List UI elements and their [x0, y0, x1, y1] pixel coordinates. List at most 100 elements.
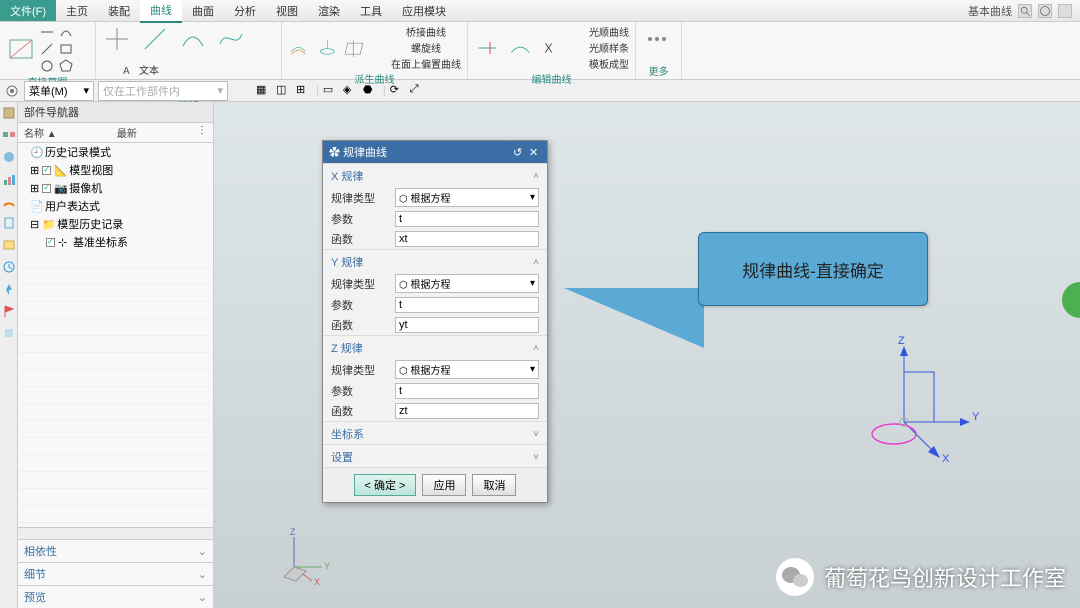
tb-ico-4[interactable]: ▭ — [323, 83, 339, 99]
z-param[interactable]: t — [395, 383, 539, 399]
z-law-type[interactable]: ⬡ 根据方程▾ — [395, 360, 539, 379]
nav-sec-detail[interactable]: 细节⌄ — [18, 562, 213, 585]
menu-application[interactable]: 应用模块 — [392, 0, 456, 22]
lt-clip-icon[interactable] — [2, 216, 16, 230]
datum-csys[interactable]: Z Y X — [864, 334, 984, 479]
arc-icon[interactable] — [58, 24, 74, 40]
menu-dropdown[interactable]: 菜单(M)▾ — [24, 81, 94, 101]
help-icon[interactable] — [1038, 4, 1052, 18]
filter-dropdown[interactable]: 仅在工作部件内▾ — [98, 81, 228, 101]
menu-surface[interactable]: 曲面 — [182, 0, 224, 22]
nav-item-history-mode[interactable]: 🕘历史记录模式 — [18, 143, 213, 161]
cancel-button[interactable]: 取消 — [472, 474, 516, 496]
y-func[interactable]: yt — [395, 317, 539, 333]
menu-assembly[interactable]: 装配 — [98, 0, 140, 22]
lt-nav-icon[interactable] — [2, 106, 16, 120]
line2-icon[interactable] — [140, 24, 170, 54]
callout: 规律曲线-直接确定 — [698, 232, 928, 306]
section-csys[interactable]: 坐标系˅ — [323, 421, 547, 444]
length-icon[interactable] — [507, 33, 534, 63]
lt-chart-icon[interactable] — [2, 172, 16, 186]
min-icon[interactable] — [1058, 4, 1072, 18]
gear-icon[interactable] — [4, 83, 20, 99]
arc2-icon[interactable] — [178, 24, 208, 54]
point-icon[interactable] — [39, 24, 55, 40]
line-icon[interactable] — [39, 41, 55, 57]
dialog-close-icon[interactable]: ✕ — [529, 146, 541, 158]
menu-render[interactable]: 渲染 — [308, 0, 350, 22]
apply-button[interactable]: 应用 — [422, 474, 466, 496]
text-curve[interactable]: A文本 — [122, 62, 159, 77]
face-offset-curve[interactable]: 在面上偏置曲线 — [374, 56, 461, 71]
cross-icon[interactable] — [102, 24, 132, 54]
lt-img-icon[interactable] — [2, 238, 16, 252]
tb-ico-6[interactable]: ⬣ — [363, 83, 379, 99]
menu-curve[interactable]: 曲线 — [140, 0, 182, 23]
menu-analysis[interactable]: 分析 — [224, 0, 266, 22]
project-icon[interactable] — [317, 33, 338, 63]
y-law-type[interactable]: ⬡ 根据方程▾ — [395, 274, 539, 293]
section-y[interactable]: Y 规律˄ — [323, 249, 547, 272]
search-icon[interactable] — [1018, 4, 1032, 18]
offset-icon[interactable] — [288, 33, 309, 63]
lt-flag-icon[interactable] — [2, 304, 16, 318]
nav-scrollbar[interactable] — [18, 527, 213, 539]
poly-icon[interactable] — [58, 58, 74, 74]
spline-icon[interactable] — [216, 24, 246, 54]
more-icon[interactable] — [642, 24, 672, 54]
nav-col-more[interactable]: ⋮ — [197, 125, 207, 140]
side-handle[interactable] — [1062, 282, 1080, 318]
nav-item-user-exp[interactable]: 📄用户表达式 — [18, 197, 213, 215]
dialog-titlebar[interactable]: ✿ 规律曲线 ↺ ✕ — [323, 141, 547, 163]
tb-ico-8[interactable]: ⤢ — [410, 83, 426, 99]
z-func[interactable]: zt — [395, 403, 539, 419]
menu-tools[interactable]: 工具 — [350, 0, 392, 22]
nav-col-name[interactable]: 名称 ▲ — [24, 125, 57, 140]
nav-item-datum-csys[interactable]: ⊹基准坐标系 — [18, 233, 213, 251]
menu-home[interactable]: 主页 — [56, 0, 98, 22]
nav-sec-preview[interactable]: 预览⌄ — [18, 585, 213, 608]
xform-icon[interactable]: X — [539, 33, 566, 63]
rect-icon[interactable] — [58, 41, 74, 57]
nav-item-model-history[interactable]: ⊟📁模型历史记录 — [18, 215, 213, 233]
smooth-curve[interactable]: 光顺曲线 — [572, 24, 629, 39]
lt-asm-icon[interactable] — [2, 128, 16, 142]
tb-ico-3[interactable]: ⊞ — [296, 83, 312, 99]
bridge-curve[interactable]: 桥接曲线 — [389, 24, 446, 39]
lt-hist-icon[interactable] — [2, 260, 16, 274]
tb-ico-1[interactable]: ▦ — [256, 83, 272, 99]
x-func[interactable]: xt — [395, 231, 539, 247]
helix[interactable]: 螺旋线 — [394, 40, 441, 55]
tb-ico-7[interactable]: ⟳ — [390, 83, 406, 99]
lt-mat-icon[interactable] — [2, 150, 16, 164]
trim-icon[interactable] — [474, 33, 501, 63]
template-form[interactable]: 模板成型 — [572, 56, 629, 71]
tb-ico-5[interactable]: ◈ — [343, 83, 359, 99]
circle-icon[interactable] — [39, 58, 55, 74]
lt-last-icon[interactable] — [2, 326, 16, 340]
section-x[interactable]: X 规律˄ — [323, 163, 547, 186]
section-z[interactable]: Z 规律˄ — [323, 335, 547, 358]
ok-button[interactable]: < 确定 > — [354, 474, 417, 496]
y-param[interactable]: t — [395, 297, 539, 313]
section-settings[interactable]: 设置˅ — [323, 444, 547, 467]
nav-item-camera[interactable]: ⊞📷摄像机 — [18, 179, 213, 197]
group-more: 更多 — [642, 63, 675, 79]
tb-ico-2[interactable]: ◫ — [276, 83, 292, 99]
nav-col-latest[interactable]: 最新 — [117, 125, 137, 140]
svg-text:X: X — [314, 577, 320, 587]
menu-view[interactable]: 视图 — [266, 0, 308, 22]
file-menu[interactable]: 文件(F) — [0, 0, 56, 21]
intersect-icon[interactable] — [345, 33, 366, 63]
part-navigator: 部件导航器 名称 ▲ 最新 ⋮ 🕘历史记录模式 ⊞📐模型视图 ⊞📷摄像机 📄用户… — [18, 102, 214, 608]
lt-radar-icon[interactable] — [2, 194, 16, 208]
dialog-reset-icon[interactable]: ↺ — [513, 146, 525, 158]
smooth-spline[interactable]: 光顺样条 — [572, 40, 629, 55]
nav-sec-dependency[interactable]: 相依性⌄ — [18, 539, 213, 562]
viewport[interactable]: 规律曲线-直接确定 Z Y X Z — [214, 102, 1080, 608]
x-param[interactable]: t — [395, 211, 539, 227]
nav-item-model-view[interactable]: ⊞📐模型视图 — [18, 161, 213, 179]
x-law-type[interactable]: ⬡ 根据方程▾ — [395, 188, 539, 207]
sketch-icon[interactable] — [6, 34, 36, 64]
lt-pin-icon[interactable] — [2, 282, 16, 296]
